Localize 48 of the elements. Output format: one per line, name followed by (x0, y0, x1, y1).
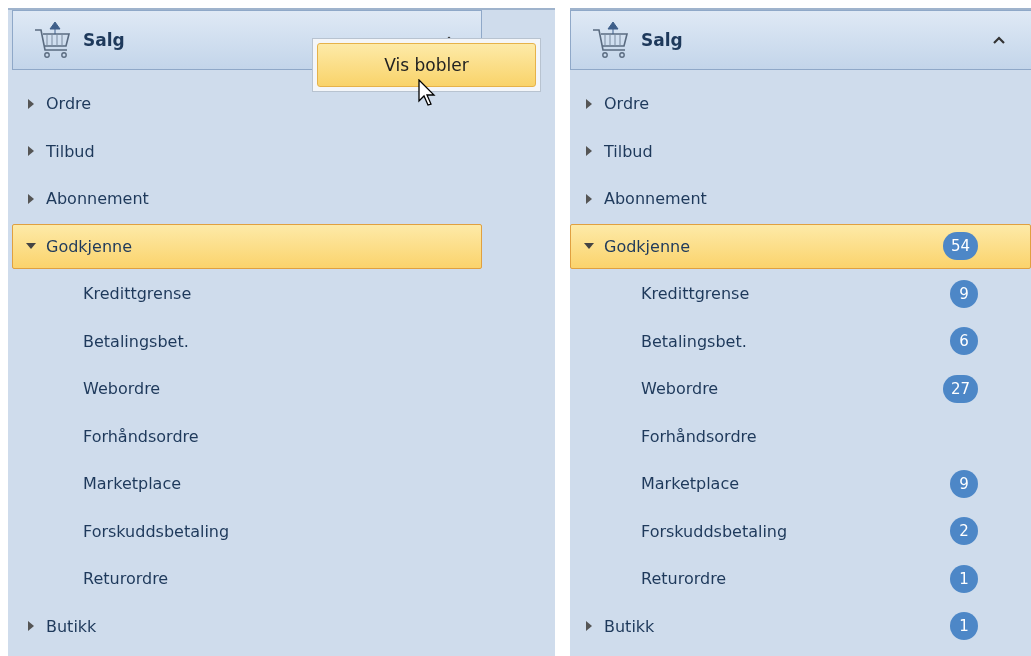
tree-item[interactable]: Webordre 27 (570, 366, 1031, 411)
tree-item[interactable]: Butikk 1 (570, 603, 1031, 649)
tree-item[interactable]: Marketplace (12, 461, 482, 506)
cart-icon (591, 20, 631, 60)
collapsed-arrow-icon[interactable] (584, 146, 594, 156)
collapsed-arrow-icon[interactable] (26, 193, 36, 204)
tree-item[interactable]: Betalingsbet. 6 (570, 318, 1031, 364)
count-badge: 6 (950, 327, 978, 355)
expanded-arrow-icon[interactable] (26, 241, 36, 251)
tree-item[interactable]: Forskuddsbetaling (12, 508, 482, 554)
collapsed-arrow-icon[interactable] (584, 193, 594, 204)
tree-item[interactable]: Godkjenne 54 (570, 223, 1031, 269)
count-badge: 9 (950, 469, 978, 498)
tree-item[interactable]: Godkjenne (12, 223, 482, 269)
group-title: Salg (641, 30, 684, 50)
collapsed-arrow-icon[interactable] (26, 621, 36, 631)
tree-item[interactable]: Abonnement (12, 176, 482, 221)
collapsed-arrow-icon[interactable] (26, 98, 36, 109)
group-header[interactable]: Salg (570, 10, 1031, 70)
tree-item[interactable]: Forhåndsordre (570, 413, 1031, 459)
count-badge: 27 (942, 374, 978, 403)
count-badge: 1 (950, 612, 978, 640)
tree-item[interactable]: Butikk (12, 603, 482, 649)
tree-item[interactable]: Webordre (12, 366, 482, 411)
tree-item[interactable]: Ordre (570, 81, 1031, 126)
tree-item[interactable]: Marketplace 9 (570, 461, 1031, 506)
tree-item[interactable]: Forhåndsordre (12, 413, 482, 459)
tree-item[interactable]: Tilbud (570, 128, 1031, 174)
menu-item[interactable]: Vis bobler (317, 43, 536, 87)
tree-item[interactable]: Returordre 1 (570, 556, 1031, 601)
collapsed-arrow-icon[interactable] (584, 98, 594, 109)
expanded-arrow-icon[interactable] (584, 241, 594, 251)
tree-item[interactable]: Abonnement (570, 176, 1031, 221)
tree-item[interactable]: Returordre (12, 556, 482, 601)
tree-item[interactable]: Kredittgrense 9 (570, 271, 1031, 316)
count-badge: 54 (942, 232, 978, 260)
tree-item[interactable]: Betalingsbet. (12, 318, 482, 364)
chevron-up-icon[interactable] (993, 36, 1005, 44)
collapsed-arrow-icon[interactable] (584, 621, 594, 631)
count-badge: 9 (950, 279, 978, 308)
count-badge: 2 (950, 517, 978, 545)
cart-icon (33, 20, 73, 60)
tree-item[interactable]: Kredittgrense (12, 271, 482, 316)
tree-item[interactable]: Tilbud (12, 128, 482, 174)
count-badge: 1 (950, 564, 978, 593)
group-title: Salg (83, 30, 126, 50)
tree-item[interactable]: Forskuddsbetaling 2 (570, 508, 1031, 554)
collapsed-arrow-icon[interactable] (26, 146, 36, 156)
